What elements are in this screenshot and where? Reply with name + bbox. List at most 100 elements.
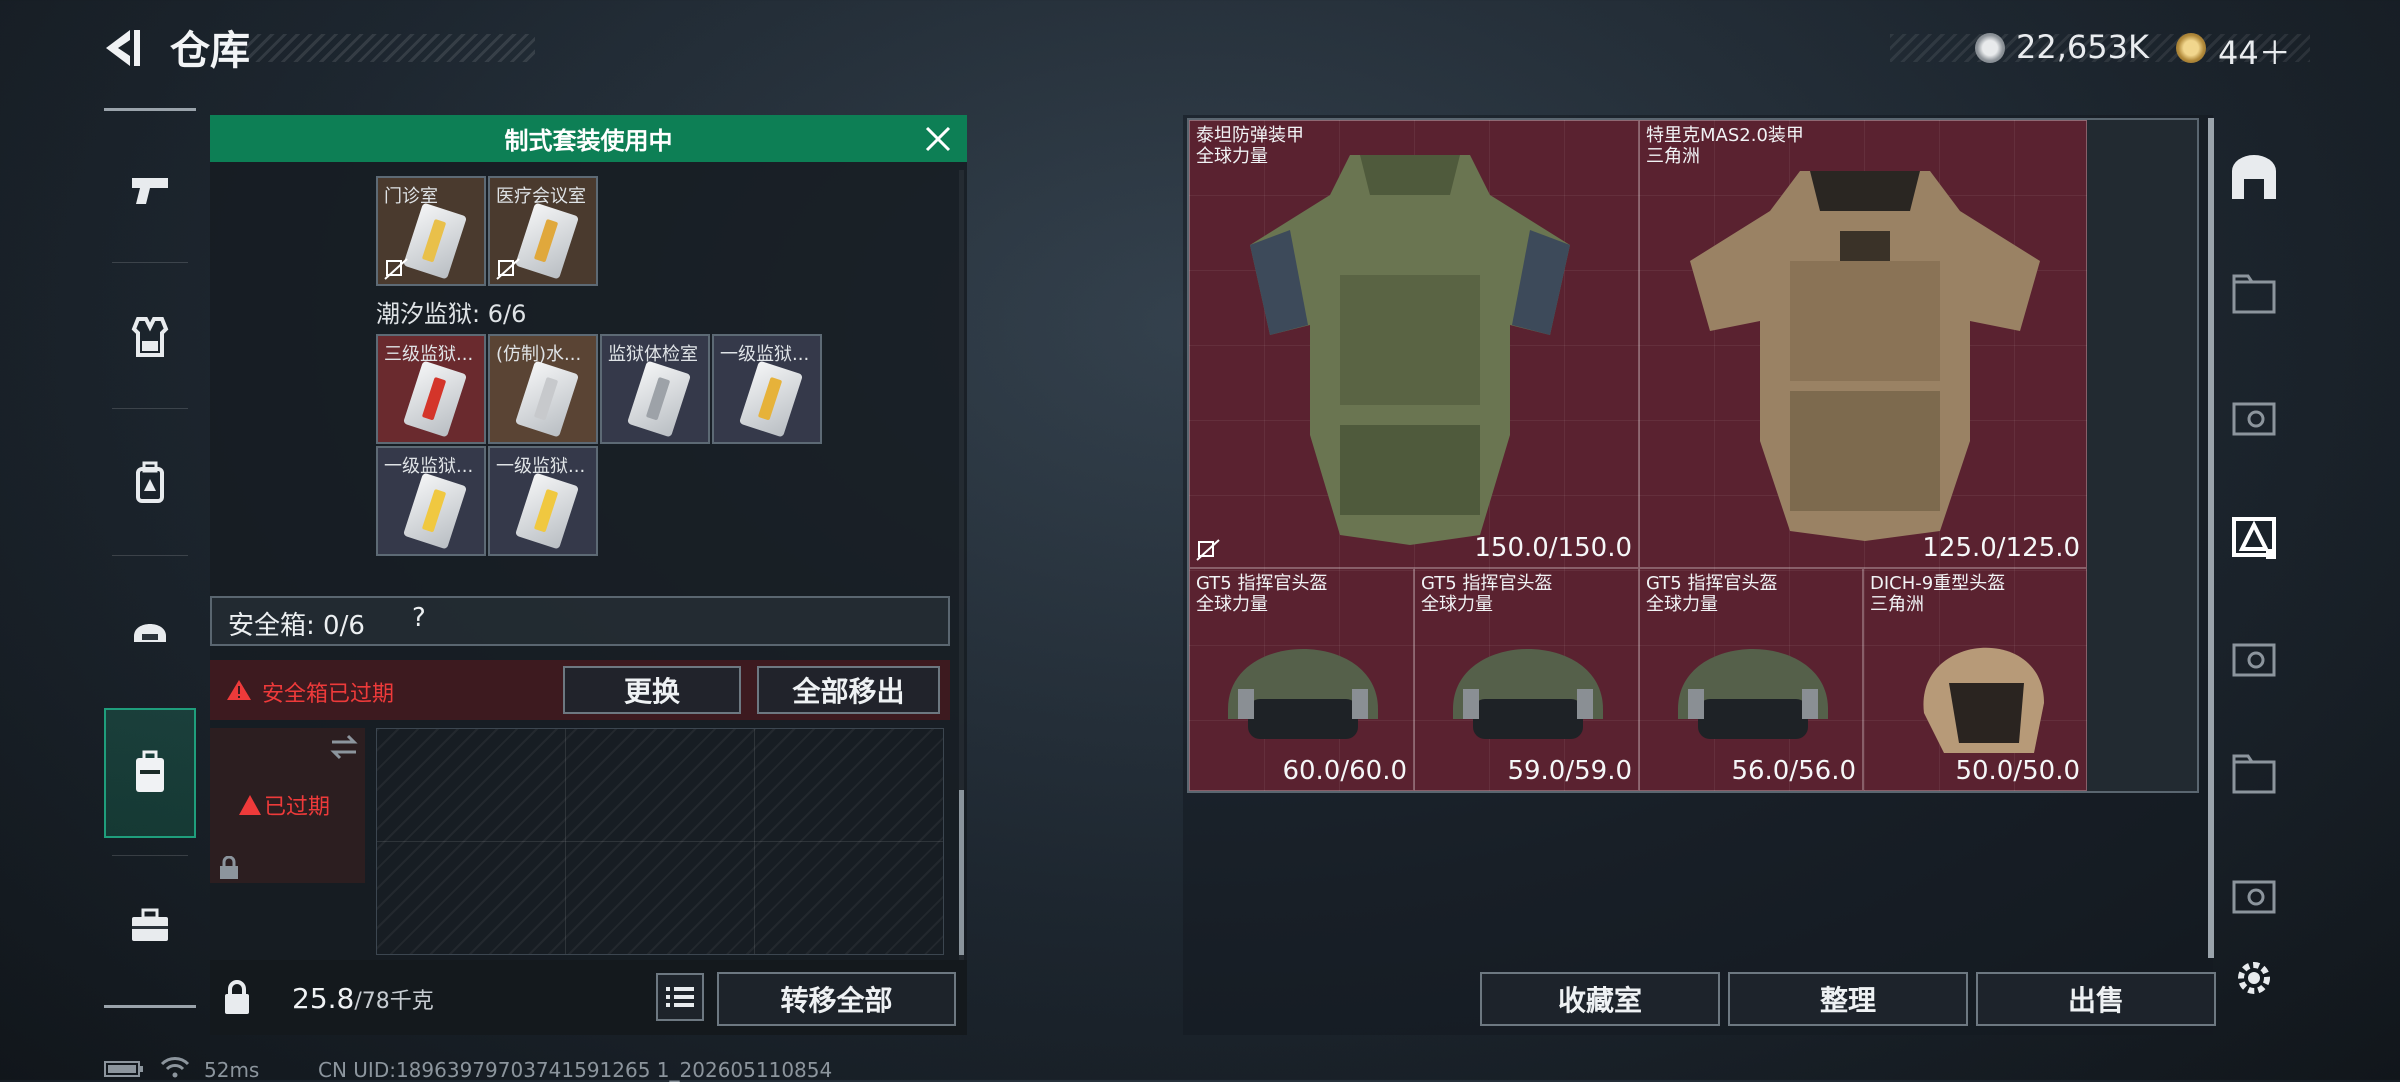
settings-button[interactable]	[2222, 946, 2286, 1010]
loadout-banner: 制式套装使用中	[210, 115, 967, 162]
nav-item-backpack[interactable]	[104, 418, 196, 548]
lock-icon[interactable]	[222, 980, 252, 1016]
collection-room-button[interactable]: 收藏室	[1480, 972, 1720, 1026]
lock-icon	[220, 856, 238, 879]
grid-line	[377, 841, 943, 842]
backpack-icon	[136, 461, 164, 503]
item-durability: 59.0/59.0	[1507, 756, 1632, 786]
stash-armor-icon	[2232, 517, 2276, 559]
item-name-1: GT5 指挥官头盔	[1421, 573, 1553, 594]
key-card-item[interactable]: 一级监狱...	[488, 446, 598, 556]
replace-button[interactable]: 更换	[563, 666, 741, 714]
key-card-icon	[402, 360, 468, 438]
item-durability: 60.0/60.0	[1282, 756, 1407, 786]
stash-item-helmet[interactable]: GT5 指挥官头盔 全球力量 59.0/59.0	[1414, 568, 1639, 791]
key-card-item[interactable]: (仿制)水...	[488, 334, 598, 444]
safe-expired-badge: 已过期	[264, 795, 331, 820]
item-name: GT5 指挥官头盔 全球力量	[1421, 573, 1552, 615]
item-name-1: 特里克MAS2.0装甲	[1646, 125, 1804, 146]
transfer-all-button[interactable]: 转移全部	[717, 972, 956, 1026]
key-card-icon	[402, 472, 468, 550]
key-card-item[interactable]: 医疗会议室	[488, 176, 598, 286]
nav-item-safe-case[interactable]	[104, 708, 196, 838]
key-card-icon	[514, 202, 580, 280]
folder-stash-icon	[2232, 274, 2276, 314]
stash-item-helmet[interactable]: GT5 指挥官头盔 全球力量 56.0/56.0	[1639, 568, 1863, 791]
battery-icon	[104, 1061, 143, 1077]
currency-gold-value[interactable]: 44＋	[2218, 28, 2291, 74]
currency-silver-value: 22,653K	[2016, 28, 2149, 66]
stash-tab-all[interactable]	[2222, 146, 2286, 210]
item-durability: 150.0/150.0	[1474, 533, 1632, 563]
key-card-item[interactable]: 门诊室	[376, 176, 486, 286]
gold-coin-icon	[2176, 33, 2206, 63]
nav-item-weapons[interactable]	[104, 125, 196, 255]
back-button[interactable]	[100, 26, 144, 70]
stash-tab-armor[interactable]	[2222, 505, 2286, 569]
silver-coin-icon	[1975, 33, 2005, 63]
unbound-icon	[384, 258, 408, 280]
help-icon[interactable]: ?	[412, 603, 426, 633]
safe-box-grid[interactable]	[376, 728, 944, 955]
item-name-2: 全球力量	[1421, 594, 1493, 615]
warning-icon	[239, 795, 261, 815]
stash-tab-4[interactable]	[2222, 384, 2286, 448]
key-card-icon	[626, 360, 692, 438]
item-name-2: 三角洲	[1870, 594, 1924, 615]
loadout-scroll-thumb[interactable]	[959, 790, 964, 955]
stash-item-armor[interactable]: 泰坦防弹装甲 全球力量 150.0/150.0	[1189, 120, 1639, 568]
sell-button[interactable]: 出售	[1976, 972, 2216, 1026]
close-banner-button[interactable]	[922, 123, 954, 155]
helmet-icon	[1678, 649, 1828, 739]
weight-readout: 25.8/78千克	[292, 982, 434, 1015]
helmet-icon	[1923, 647, 2044, 753]
pistol-icon	[132, 178, 168, 204]
stash-tab-4b[interactable]	[2222, 625, 2286, 689]
stash-tab-2[interactable]	[2222, 742, 2286, 806]
stash-level-icon	[2232, 880, 2276, 914]
key-card-item[interactable]: 三级监狱...	[376, 334, 486, 444]
key-card-icon	[514, 360, 580, 438]
key-card-item[interactable]: 一级监狱...	[376, 446, 486, 556]
nav-item-armor[interactable]	[104, 272, 196, 402]
unbound-icon	[496, 258, 520, 280]
item-name-2: 全球力量	[1646, 594, 1718, 615]
wifi-icon	[160, 1057, 190, 1078]
item-name-2: 全球力量	[1196, 594, 1268, 615]
item-name: DICH-9重型头盔 三角洲	[1870, 573, 2005, 615]
nav-bottom-line	[104, 1005, 196, 1008]
sort-button[interactable]: 整理	[1728, 972, 1968, 1026]
swap-icon	[330, 734, 358, 760]
list-view-button[interactable]	[656, 973, 704, 1021]
prison-section-label: 潮汐监狱: 6/6	[376, 300, 527, 328]
stash-item-armor[interactable]: 特里克MAS2.0装甲 三角洲 125.0/125.0	[1639, 120, 2087, 568]
item-name-1: GT5 指挥官头盔	[1646, 573, 1778, 594]
item-durability: 125.0/125.0	[1922, 533, 2080, 563]
safe-box-count: 安全箱: 0/6	[228, 611, 365, 641]
uid-readout: CN UID:18963979703741591265 1_2026051108…	[318, 1058, 833, 1082]
back-arrow-icon	[106, 30, 140, 66]
nav-item-helmet[interactable]	[104, 565, 196, 695]
nav-item-toolbox[interactable]	[104, 860, 196, 990]
warning-icon	[227, 680, 251, 700]
stash-item-helmet[interactable]: GT5 指挥官头盔 全球力量 60.0/60.0	[1189, 568, 1414, 791]
title-decoration	[245, 34, 535, 62]
nav-divider	[112, 855, 188, 856]
stash-tab-5[interactable]	[2222, 862, 2286, 926]
stash-tab-1[interactable]	[2222, 262, 2286, 326]
stash-item-helmet[interactable]: DICH-9重型头盔 三角洲 50.0/50.0	[1863, 568, 2087, 791]
key-card-item[interactable]: 一级监狱...	[712, 334, 822, 444]
item-name: GT5 指挥官头盔 全球力量	[1196, 573, 1327, 615]
armor-vest-icon	[1250, 155, 1570, 545]
safe-expired-warning: 安全箱已过期	[262, 682, 395, 707]
item-name: GT5 指挥官头盔 全球力量	[1646, 573, 1777, 615]
helmet-icon	[134, 624, 166, 642]
weight-value: 25.8	[292, 982, 355, 1015]
stash-scrollbar[interactable]	[2208, 118, 2214, 958]
close-icon	[925, 126, 951, 152]
stash-level-icon	[2232, 402, 2276, 436]
remove-all-button[interactable]: 全部移出	[757, 666, 940, 714]
helmet-icon	[1228, 649, 1378, 739]
toolbox-icon	[132, 908, 168, 941]
key-card-item[interactable]: 监狱体检室	[600, 334, 710, 444]
